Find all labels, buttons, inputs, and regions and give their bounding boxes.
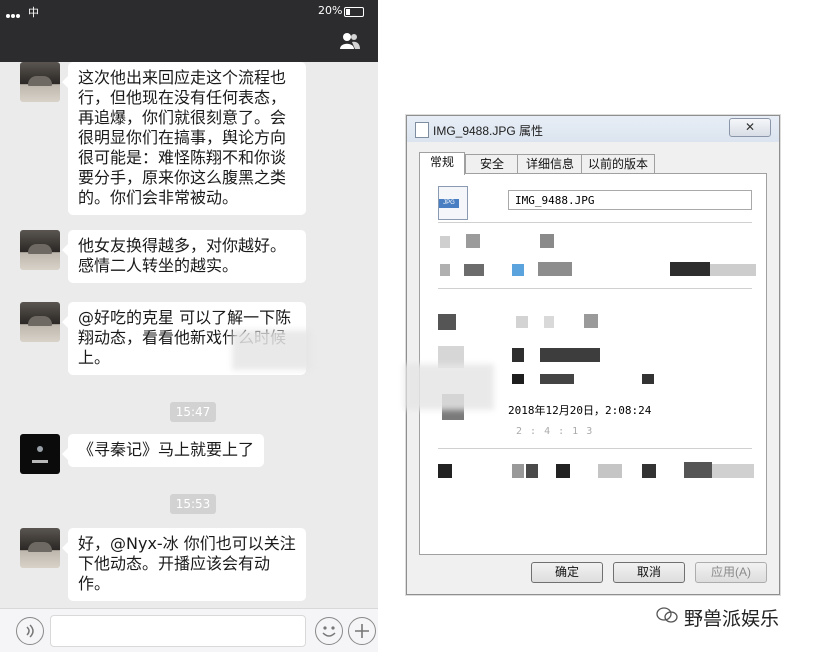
redacted-block [544, 316, 554, 328]
redacted-block [710, 264, 756, 276]
wechat-account-icon [656, 607, 678, 623]
redacted-block [466, 234, 480, 248]
redacted-block [642, 374, 654, 384]
battery-percent: 20% [318, 4, 343, 17]
message-bubble[interactable]: 他女友换得越多，对你越好。 感情二人转坐的越实。 [62, 230, 306, 283]
redacted-block [540, 348, 600, 362]
properties-dialog: IMG_9488.JPG 属性 ✕ 常规 安全 详细信息 以前的版本 JPG I… [406, 115, 780, 595]
apply-button[interactable]: 应用(A) [695, 562, 767, 583]
tab-previous-versions[interactable]: 以前的版本 [581, 154, 655, 174]
created-date: 2018年12月20日，2:08:24 [508, 404, 652, 417]
battery-icon [344, 7, 364, 17]
redacted-block [440, 264, 450, 276]
message-input[interactable] [50, 615, 306, 647]
redacted-block [512, 264, 524, 276]
redacted-block [684, 462, 712, 478]
chat-timestamp: 15:53 [170, 494, 216, 514]
redacted-block [464, 264, 484, 276]
filename-field[interactable]: IMG_9488.JPG [508, 190, 752, 210]
redacted-block [584, 314, 598, 328]
redacted-block [712, 464, 754, 478]
chat-input-bar [0, 608, 378, 652]
dialog-titlebar[interactable]: IMG_9488.JPG 属性 ✕ [407, 116, 779, 142]
plus-icon[interactable] [348, 617, 376, 645]
close-button[interactable]: ✕ [729, 118, 771, 137]
avatar[interactable] [20, 230, 60, 270]
redacted-block [540, 234, 554, 248]
blur-patch [232, 330, 312, 370]
jpg-file-icon: JPG [438, 186, 468, 220]
cancel-button[interactable]: 取消 [613, 562, 685, 583]
avatar[interactable] [20, 302, 60, 342]
status-bar: 中 20% [0, 0, 378, 22]
ok-button[interactable]: 确定 [531, 562, 603, 583]
redacted-block [526, 464, 538, 478]
redacted-block [670, 262, 710, 276]
message-bubble[interactable]: 这次他出来回应走这个流程也 行，但他现在没有任何表态， 再追爆，你们就很刻意了。… [62, 62, 306, 215]
message-bubble[interactable]: 好，@Nyx-冰 你们也可以关注 下他动态。开播应该会有动 作。 [62, 528, 306, 601]
chat-navbar [0, 22, 378, 62]
file-type-tag: JPG [439, 199, 459, 208]
group-members-icon[interactable] [340, 32, 360, 50]
redacted-block [512, 348, 524, 362]
tab-details[interactable]: 详细信息 [517, 154, 583, 174]
redacted-block [556, 464, 570, 478]
voice-input-icon[interactable] [16, 617, 44, 645]
redacted-block [516, 316, 528, 328]
message-bubble[interactable]: 《寻秦记》马上就要上了 [61, 434, 265, 467]
emoji-icon[interactable] [315, 617, 343, 645]
signal-icon [6, 8, 24, 18]
tab-security[interactable]: 安全 [465, 154, 519, 174]
chat-screenshot: 中 20% 这次他出来回应走这个流程也 行，但他现在没有任何表态， 再追爆，你们… [0, 0, 378, 652]
redacted-block [598, 464, 622, 478]
avatar[interactable] [20, 528, 60, 568]
blur-patch [404, 364, 494, 410]
divider [438, 448, 752, 449]
faint-date: 2 : 4 : 1 3 [516, 426, 594, 437]
redacted-block [440, 236, 450, 248]
redacted-block [540, 374, 574, 384]
redacted-block [538, 262, 572, 276]
avatar[interactable] [20, 434, 60, 474]
brand-name: 野兽派娱乐 [684, 608, 780, 630]
divider [438, 288, 752, 289]
dialog-title: IMG_9488.JPG 属性 [433, 124, 544, 138]
carrier-label: 中 [28, 6, 39, 19]
redacted-block [642, 464, 656, 478]
file-icon [415, 122, 429, 138]
divider [438, 222, 752, 223]
redacted-block [512, 374, 524, 384]
chat-timestamp: 15:47 [170, 402, 216, 422]
tab-general[interactable]: 常规 [419, 152, 465, 175]
redacted-block [512, 464, 524, 478]
redacted-block [438, 314, 456, 330]
redacted-block [438, 464, 452, 478]
avatar[interactable] [20, 62, 60, 102]
